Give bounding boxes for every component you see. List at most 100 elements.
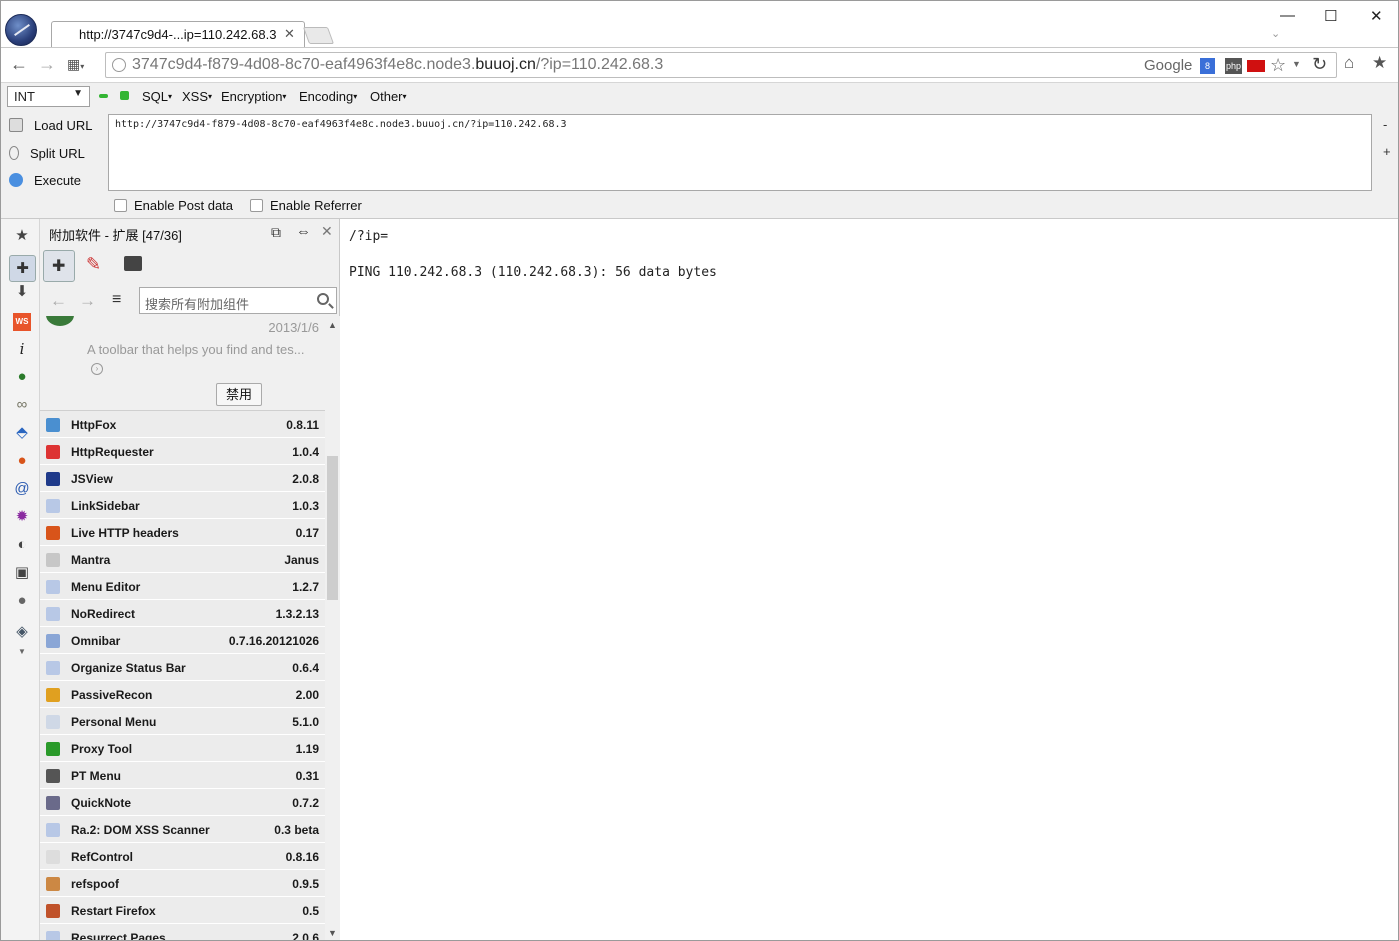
addon-row[interactable]: HttpRequester 1.0.4	[40, 438, 325, 465]
addon-row[interactable]: Restart Firefox 0.5	[40, 897, 325, 924]
info-icon[interactable]: i	[13, 340, 31, 358]
addon-row[interactable]: LinkSidebar 1.0.3	[40, 492, 325, 519]
plugins-icon[interactable]	[118, 250, 150, 282]
shrink-textarea-button[interactable]: -	[1383, 117, 1387, 132]
address-bar[interactable]: 3747c9d4-f879-4d08-8c70-eaf4963f4e8c.nod…	[105, 52, 1337, 78]
globe-icon[interactable]: ●	[13, 592, 31, 610]
enable-post-checkbox[interactable]	[114, 199, 127, 212]
addon-version: 0.7.2	[292, 796, 319, 810]
addon-row[interactable]: HttpFox 0.8.11	[40, 411, 325, 438]
search-engine-label[interactable]: Google	[1144, 57, 1192, 74]
scroll-down-icon[interactable]: ▼	[328, 928, 337, 938]
addon-row[interactable]: Personal Menu 5.1.0	[40, 708, 325, 735]
download-icon[interactable]: ⬇	[13, 283, 31, 301]
minimize-icon[interactable]: —	[1280, 7, 1295, 24]
addon-back-icon[interactable]: ←	[50, 291, 67, 311]
bookmark-star-icon[interactable]: ☆	[1270, 55, 1286, 76]
addon-search-input[interactable]: 搜索所有附加组件	[139, 287, 337, 314]
increase-icon[interactable]	[120, 91, 129, 100]
menu-sql[interactable]: SQL▾	[142, 89, 172, 104]
more-chevron-icon[interactable]: ▼	[13, 643, 31, 661]
mask-icon[interactable]: ∞	[13, 396, 31, 414]
menu-xss[interactable]: XSS▾	[182, 89, 212, 104]
addon-row[interactable]: Live HTTP headers 0.17	[40, 519, 325, 546]
star-icon[interactable]: ★	[13, 227, 31, 245]
content-line-ping: PING 110.242.68.3 (110.242.68.3): 56 dat…	[349, 265, 717, 280]
disable-button[interactable]: 禁用	[216, 383, 262, 406]
addon-forward-icon[interactable]: →	[79, 291, 96, 311]
load-url-button[interactable]: Load URL	[9, 118, 93, 133]
addons-puzzle-icon[interactable]: ✚	[9, 255, 36, 282]
tag-icon[interactable]: ◈	[13, 623, 31, 641]
tab-close-icon[interactable]: ✕	[284, 26, 295, 42]
addon-row[interactable]: QuickNote 0.7.2	[40, 789, 325, 816]
addon-row[interactable]: Omnibar 0.7.16.20121026	[40, 627, 325, 654]
dropdown-arrow-icon[interactable]: ▼	[1292, 59, 1301, 69]
new-tab-button[interactable]	[302, 27, 335, 44]
addon-row[interactable]: Ra.2: DOM XSS Scanner 0.3 beta	[40, 816, 325, 843]
addon-row[interactable]: Menu Editor 1.2.7	[40, 573, 325, 600]
addon-row[interactable]: PT Menu 0.31	[40, 762, 325, 789]
menu-other[interactable]: Other▾	[370, 89, 407, 104]
scroll-up-icon[interactable]: ▲	[328, 320, 337, 330]
flag-icon	[1247, 60, 1265, 72]
addon-row[interactable]: Resurrect Pages 2.0.6	[40, 924, 325, 941]
decrease-icon[interactable]	[99, 94, 108, 98]
maximize-icon[interactable]: ☐	[1324, 7, 1337, 25]
addon-list-scrollbar[interactable]: ▲ ▼	[325, 316, 340, 940]
type-select[interactable]: INT ▼	[7, 86, 90, 107]
addon-row[interactable]: NoRedirect 1.3.2.13	[40, 600, 325, 627]
execute-button[interactable]: Execute	[9, 173, 81, 188]
popout-icon[interactable]: ⧉	[271, 224, 281, 241]
addon-version: 0.3 beta	[274, 823, 319, 837]
addon-row[interactable]: PassiveRecon 2.00	[40, 681, 325, 708]
more-info-icon[interactable]: ›	[91, 363, 103, 375]
reload-icon[interactable]: ↻	[1312, 54, 1327, 75]
bookmarks-icon[interactable]: ★	[1372, 53, 1387, 73]
tab-active[interactable]: http://3747c9d4-...ip=110.242.68.3 ✕	[51, 21, 305, 47]
addon-row[interactable]: Mantra Janus	[40, 546, 325, 573]
addon-icon	[46, 316, 74, 326]
addon-row[interactable]: Proxy Tool 1.19	[40, 735, 325, 762]
addon-row[interactable]: JSView 2.0.8	[40, 465, 325, 492]
browser-logo-icon[interactable]	[5, 14, 37, 46]
menu-encryption[interactable]: Encryption▾	[221, 89, 286, 104]
search-icon[interactable]	[317, 293, 329, 305]
pointer-icon[interactable]: ⬘	[13, 424, 31, 442]
split-url-button[interactable]: Split URL	[9, 146, 85, 161]
close-sidebar-icon[interactable]: ✕	[321, 223, 333, 240]
hackbar-url-textarea[interactable]: http://3747c9d4-f879-4d08-8c70-eaf4963f4…	[108, 114, 1372, 191]
grow-textarea-button[interactable]: +	[1383, 144, 1391, 159]
palette-icon[interactable]: ◐	[13, 536, 31, 554]
ws-icon[interactable]: WS	[13, 313, 31, 331]
scroll-thumb[interactable]	[327, 456, 338, 600]
home-icon[interactable]: ⌂	[1344, 53, 1354, 73]
enable-referrer-checkbox[interactable]	[250, 199, 263, 212]
url-text[interactable]: 3747c9d4-f879-4d08-8c70-eaf4963f4e8c.nod…	[132, 56, 663, 74]
forward-icon[interactable]: →	[38, 54, 56, 75]
virus-icon[interactable]: ✹	[13, 508, 31, 526]
themes-brush-icon[interactable]: ✎	[80, 250, 112, 282]
addon-menu-icon[interactable]: ≡	[112, 291, 121, 309]
addon-version: 2.0.6	[292, 931, 319, 941]
dashboard-icon[interactable]: ▣	[13, 564, 31, 582]
close-window-icon[interactable]: ✕	[1370, 7, 1383, 25]
addon-row[interactable]: Organize Status Bar 0.6.4	[40, 654, 325, 681]
addon-row-icon	[46, 661, 60, 675]
split-url-icon	[9, 146, 19, 160]
site-info-icon[interactable]	[112, 58, 126, 72]
tabs-dropdown-icon[interactable]: ⌄	[1271, 27, 1280, 40]
addon-row[interactable]: RefControl 0.8.16	[40, 843, 325, 870]
swap-side-icon[interactable]: ⇔	[296, 223, 311, 240]
extensions-tab-icon[interactable]: ✚	[43, 250, 75, 282]
menu-encoding[interactable]: Encoding▾	[299, 89, 357, 104]
green-orb-icon[interactable]: ●	[13, 368, 31, 386]
apps-grid-icon[interactable]: ▦▾	[67, 56, 84, 73]
swirl-icon[interactable]: @	[13, 480, 31, 498]
php-icon[interactable]: php	[1225, 58, 1242, 74]
live-headers-icon[interactable]: ●	[13, 452, 31, 470]
google-g-icon[interactable]: 8	[1200, 58, 1215, 74]
back-icon[interactable]: ←	[10, 54, 28, 75]
addon-detail-expanded[interactable]: 2013/1/6 A toolbar that helps you find a…	[40, 316, 325, 411]
addon-row[interactable]: refspoof 0.9.5	[40, 870, 325, 897]
